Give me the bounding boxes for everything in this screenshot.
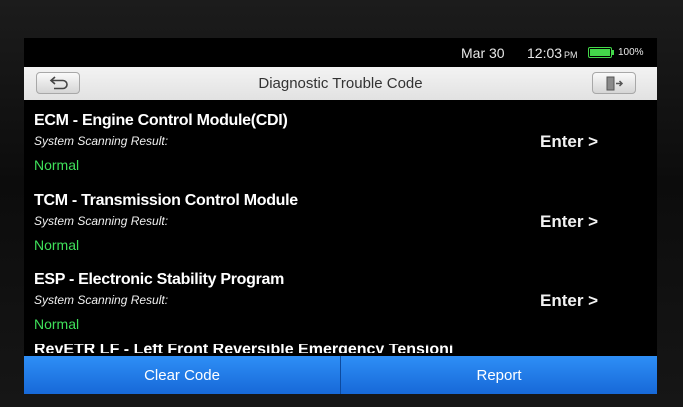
exit-button[interactable]	[592, 72, 636, 94]
list-item[interactable]: ESP - Electronic Stability Program Syste…	[24, 267, 657, 347]
exit-door-icon	[606, 76, 624, 91]
enter-button[interactable]: Enter >	[540, 132, 598, 152]
scan-result-value: Normal	[34, 157, 80, 173]
bottom-action-bar: Clear Code Report	[24, 356, 657, 394]
module-name: ECM - Engine Control Module(CDI)	[34, 112, 288, 129]
status-ampm: PM	[564, 50, 578, 60]
clear-code-button[interactable]: Clear Code	[24, 356, 340, 394]
enter-button[interactable]: Enter >	[540, 212, 598, 232]
device-screen: Mar 30 12:03 PM 100% Diagnostic Trouble C…	[24, 38, 657, 394]
list-item[interactable]: TCM - Transmission Control Module System…	[24, 188, 657, 268]
scan-result-value: Normal	[34, 237, 80, 253]
status-bar: Mar 30 12:03 PM 100%	[24, 38, 657, 66]
status-date: Mar 30	[461, 45, 505, 61]
battery-fill	[590, 49, 610, 56]
battery-percent: 100%	[618, 47, 644, 58]
battery-icon	[588, 47, 612, 58]
title-bar: Diagnostic Trouble Code	[24, 67, 657, 100]
scan-result-label: System Scanning Result:	[34, 214, 169, 228]
module-name: ESP - Electronic Stability Program	[34, 271, 285, 288]
scan-result-label: System Scanning Result:	[34, 293, 169, 307]
status-time-value: 12:03	[527, 45, 563, 61]
scan-result-label: System Scanning Result:	[34, 134, 169, 148]
module-list: ECM - Engine Control Module(CDI) System …	[24, 108, 657, 358]
enter-button[interactable]: Enter >	[540, 291, 598, 311]
list-item[interactable]: ECM - Engine Control Module(CDI) System …	[24, 108, 657, 188]
module-name: TCM - Transmission Control Module	[34, 192, 298, 209]
page-title: Diagnostic Trouble Code	[258, 75, 423, 92]
partial-module-name: RevETR LF - Left Front Reversible Emerge…	[34, 344, 454, 353]
report-button[interactable]: Report	[341, 356, 657, 394]
status-time: 12:03 PM	[527, 45, 578, 61]
scan-result-value: Normal	[34, 316, 80, 332]
battery-tip	[612, 50, 614, 55]
partial-list-item[interactable]: RevETR LF - Left Front Reversible Emerge…	[34, 344, 454, 353]
